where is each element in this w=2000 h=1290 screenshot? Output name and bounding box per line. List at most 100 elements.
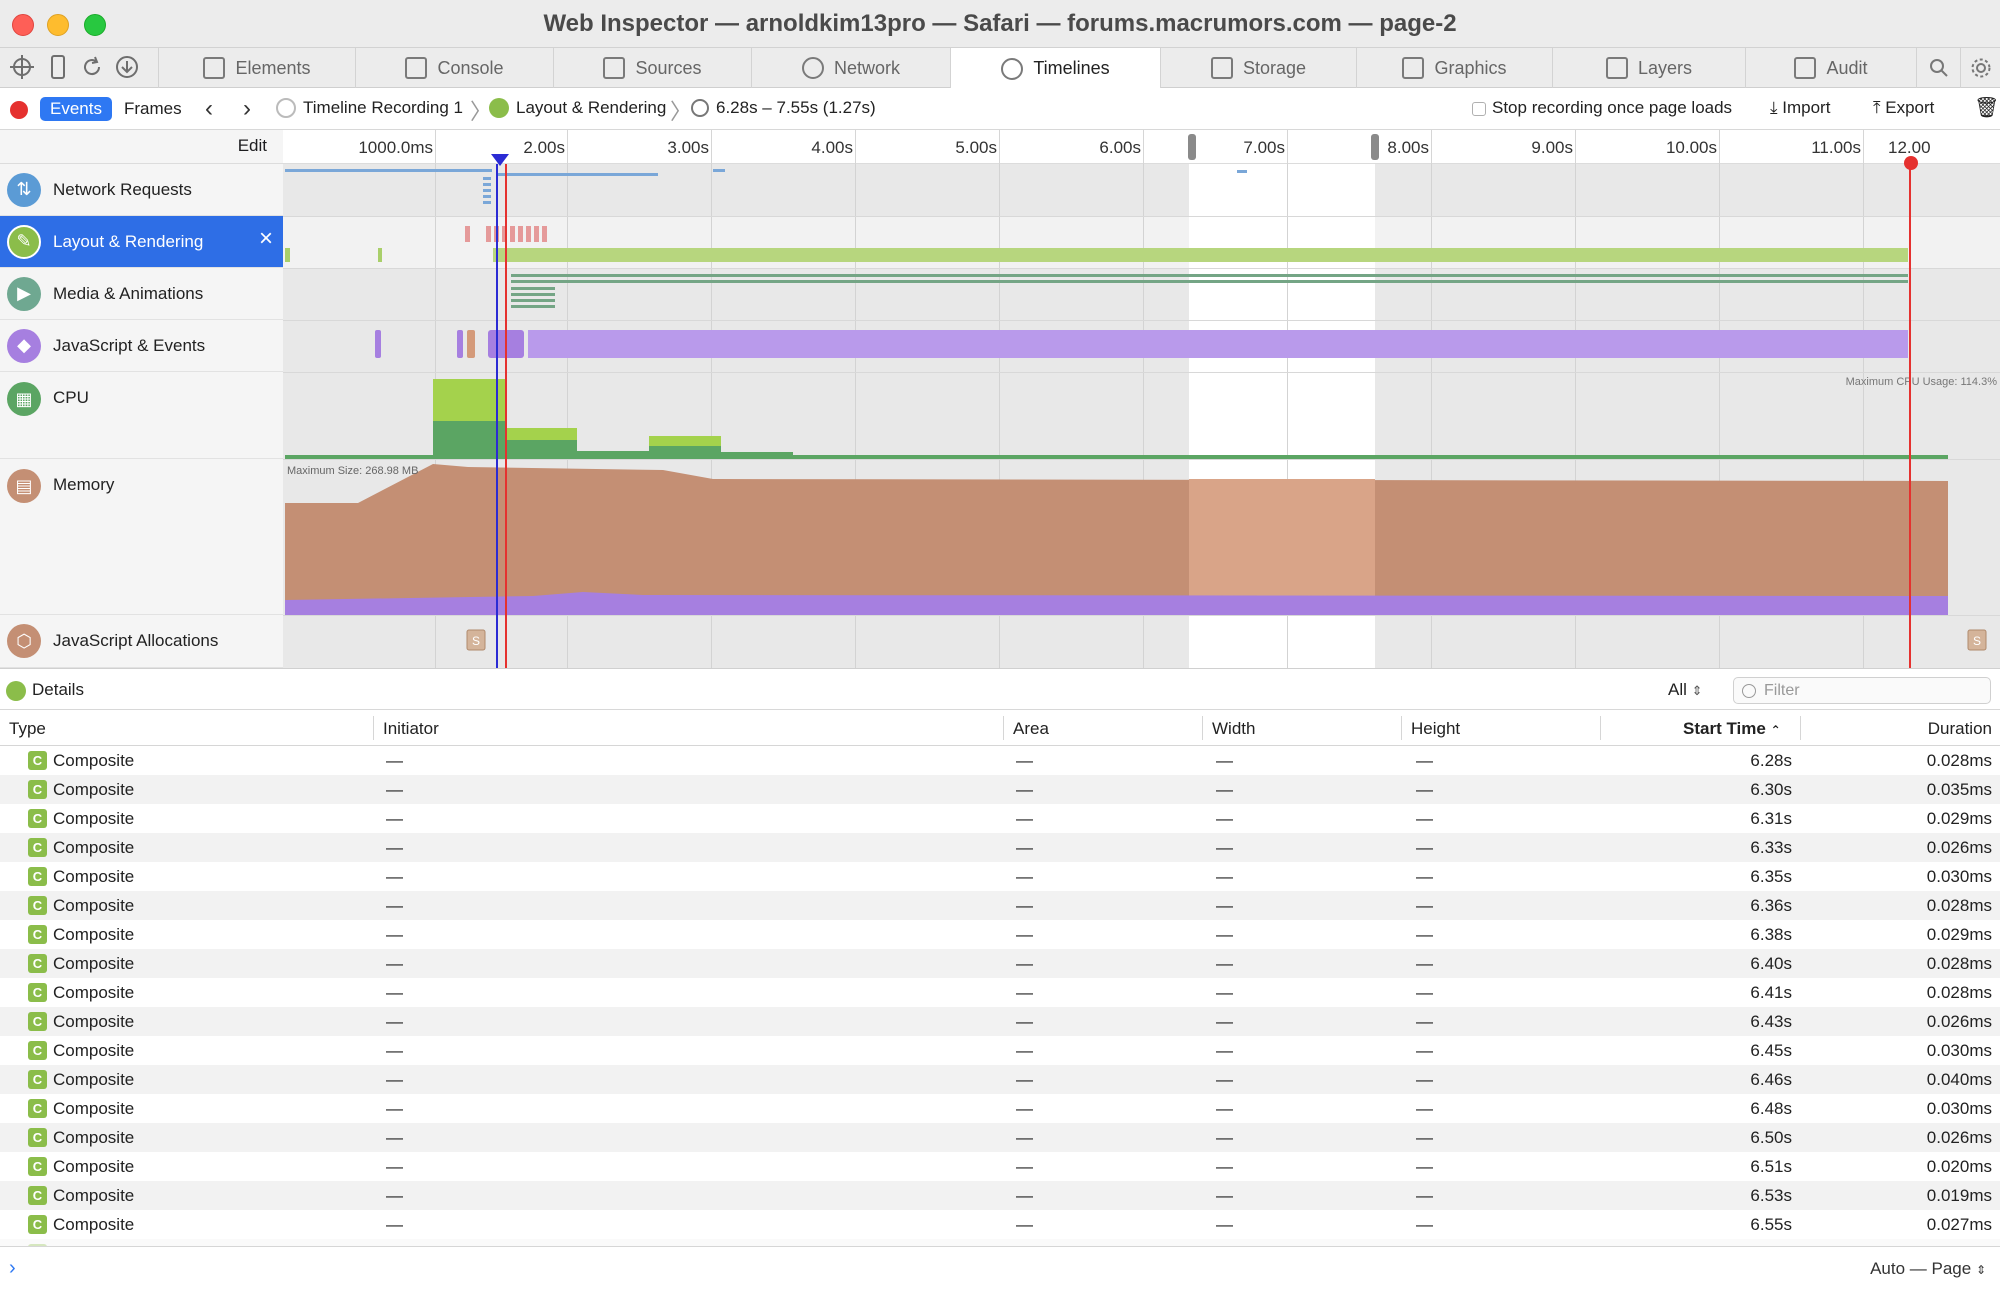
breadcrumb-range[interactable]: 6.28s – 7.55s (1.27s) xyxy=(691,98,876,118)
timeline-graph[interactable]: Maximum CPU Usage: 114.3% Maximum Size: … xyxy=(283,164,2000,668)
reload-icon[interactable] xyxy=(78,54,106,82)
column-area[interactable]: Area xyxy=(1013,719,1049,739)
cell-start-time: 6.41s xyxy=(1750,983,1792,1002)
row-label: JavaScript Allocations xyxy=(53,631,219,650)
table-row[interactable]: C Composite — — — — 6.51s 0.020ms xyxy=(0,1152,2000,1181)
row-javascript-events[interactable]: ◆ JavaScript & Events xyxy=(0,320,283,372)
records-table-header: Type Initiator Area Width Height Start T… xyxy=(0,710,2000,746)
tab-label: Sources xyxy=(635,57,702,78)
column-type[interactable]: Type xyxy=(9,719,46,739)
breadcrumb-recording[interactable]: Timeline Recording 1 xyxy=(276,98,463,118)
clear-timeline-button[interactable]: 🗑 xyxy=(1974,95,1999,120)
cell-type: Composite xyxy=(53,954,135,973)
execution-context-select[interactable]: Auto — Page ⇕ xyxy=(1870,1259,1986,1279)
cell-area: — xyxy=(1016,1186,1033,1205)
current-time-marker-head[interactable] xyxy=(1904,156,1918,170)
cell-duration: 0.019ms xyxy=(1926,1186,1992,1205)
tab-storage[interactable]: Storage xyxy=(1160,48,1356,88)
tab-audit[interactable]: Audit xyxy=(1745,48,1916,88)
timeline-graphs-svg: Maximum CPU Usage: 114.3% Maximum Size: … xyxy=(285,164,1997,668)
search-button[interactable] xyxy=(1916,48,1960,88)
selection-start-handle[interactable] xyxy=(1188,134,1196,160)
ruler-line xyxy=(1719,130,1720,164)
row-network-requests[interactable]: ⇅ Network Requests xyxy=(0,164,283,216)
selection-end-handle[interactable] xyxy=(1371,134,1379,160)
back-arrow-icon[interactable]: ‹ xyxy=(205,95,213,123)
table-row[interactable]: C Composite — — — — 6.28s 0.028ms xyxy=(0,746,2000,775)
row-label: Memory xyxy=(53,475,115,494)
table-row[interactable]: C Composite — — — — 6.46s 0.040ms xyxy=(0,1065,2000,1094)
table-row[interactable]: C Composite — — — — 6.40s 0.028ms xyxy=(0,949,2000,978)
import-button[interactable]: ⤓ Import xyxy=(1770,98,1830,118)
download-icon[interactable] xyxy=(113,54,141,82)
tab-network[interactable]: Network xyxy=(751,48,950,88)
table-row[interactable]: C Composite — — — — 6.31s 0.029ms xyxy=(0,804,2000,833)
cell-area: — xyxy=(1016,925,1033,944)
allocation-markers: S S xyxy=(466,629,1987,651)
table-row[interactable]: C Composite — — — — 6.35s 0.030ms xyxy=(0,862,2000,891)
cell-initiator: — xyxy=(386,1041,403,1060)
table-row[interactable]: C Composite — — — — 6.30s 0.035ms xyxy=(0,775,2000,804)
cell-initiator: — xyxy=(386,1070,403,1089)
column-initiator[interactable]: Initiator xyxy=(383,719,439,739)
row-media-animations[interactable]: ▶ Media & Animations xyxy=(0,268,283,320)
column-height[interactable]: Height xyxy=(1411,719,1460,739)
cell-start-time: 6.50s xyxy=(1750,1128,1792,1147)
breadcrumb-timeline[interactable]: Layout & Rendering xyxy=(489,98,666,118)
tab-graphics[interactable]: Graphics xyxy=(1356,48,1552,88)
table-row[interactable]: C Composite — — — — 6.33s 0.026ms xyxy=(0,833,2000,862)
device-icon[interactable] xyxy=(44,54,72,82)
table-row[interactable]: C Composite — — — — 6.41s 0.028ms xyxy=(0,978,2000,1007)
table-row[interactable]: C Composite — — — — 6.38s 0.029ms xyxy=(0,920,2000,949)
table-row[interactable]: C Composite — — — — 6.48s 0.030ms xyxy=(0,1094,2000,1123)
row-layout-rendering[interactable]: ✎ Layout & Rendering × xyxy=(0,216,283,268)
export-button[interactable]: ⤒ Export xyxy=(1873,98,1934,118)
memory-icon: ▤ xyxy=(7,469,41,503)
cell-area: — xyxy=(1016,1128,1033,1147)
column-duration[interactable]: Duration xyxy=(1928,719,1992,739)
frames-button[interactable]: Frames xyxy=(124,97,182,121)
filter-input[interactable]: Filter xyxy=(1733,677,1991,704)
tab-sources[interactable]: Sources xyxy=(553,48,751,88)
stop-recording-checkbox[interactable] xyxy=(1472,102,1486,116)
record-filter-select[interactable]: All ⇕ xyxy=(1668,680,1703,700)
column-start-time[interactable]: Start Time ⌃ xyxy=(1683,719,1781,739)
cell-type: Composite xyxy=(53,809,135,828)
row-cpu[interactable]: ▦ CPU xyxy=(0,372,283,459)
composite-icon: C xyxy=(28,1128,47,1147)
tab-timelines[interactable]: Timelines xyxy=(950,48,1160,89)
element-picker-icon[interactable] xyxy=(8,54,36,82)
table-row[interactable]: C Composite — — — — 6.43s 0.026ms xyxy=(0,1007,2000,1036)
table-row[interactable]: C Composite — — — — 6.36s 0.028ms xyxy=(0,891,2000,920)
cell-height: — xyxy=(1416,867,1433,886)
forward-arrow-icon[interactable]: › xyxy=(243,95,251,123)
row-javascript-allocations[interactable]: ⬡ JavaScript Allocations xyxy=(0,615,283,668)
paintbrush-icon: ✎ xyxy=(7,224,41,259)
record-button[interactable] xyxy=(10,101,28,119)
cell-start-time: 6.53s xyxy=(1750,1186,1792,1205)
cell-width: — xyxy=(1216,925,1233,944)
time-ruler[interactable]: 1000.0ms 2.00s 3.00s 4.00s 5.00s 6.00s 7… xyxy=(283,130,2000,164)
settings-button[interactable] xyxy=(1960,48,2000,88)
tab-elements[interactable]: Elements xyxy=(158,48,355,88)
tab-console[interactable]: Console xyxy=(355,48,553,88)
table-row[interactable]: C xyxy=(0,1239,2000,1246)
table-row[interactable]: C Composite — — — — 6.53s 0.019ms xyxy=(0,1181,2000,1210)
cell-initiator: — xyxy=(386,1157,403,1176)
elements-icon xyxy=(203,57,226,79)
table-row[interactable]: C Composite — — — — 6.55s 0.027ms xyxy=(0,1210,2000,1239)
events-button[interactable]: Events xyxy=(40,97,112,121)
table-row[interactable]: C Composite — — — — 6.50s 0.026ms xyxy=(0,1123,2000,1152)
cell-area: — xyxy=(1016,954,1033,973)
cell-start-time: 6.51s xyxy=(1750,1157,1792,1176)
column-width[interactable]: Width xyxy=(1212,719,1255,739)
console-prompt-icon[interactable]: › xyxy=(9,1257,16,1280)
row-memory[interactable]: ▤ Memory xyxy=(0,459,283,615)
table-row[interactable]: C Composite — — — — 6.45s 0.030ms xyxy=(0,1036,2000,1065)
close-icon[interactable]: × xyxy=(259,225,273,253)
composite-icon: C xyxy=(28,1215,47,1234)
tab-layers[interactable]: Layers xyxy=(1552,48,1745,88)
edit-button[interactable]: Edit xyxy=(0,130,283,164)
ruler-line xyxy=(435,130,436,164)
ruler-line xyxy=(1863,130,1864,164)
